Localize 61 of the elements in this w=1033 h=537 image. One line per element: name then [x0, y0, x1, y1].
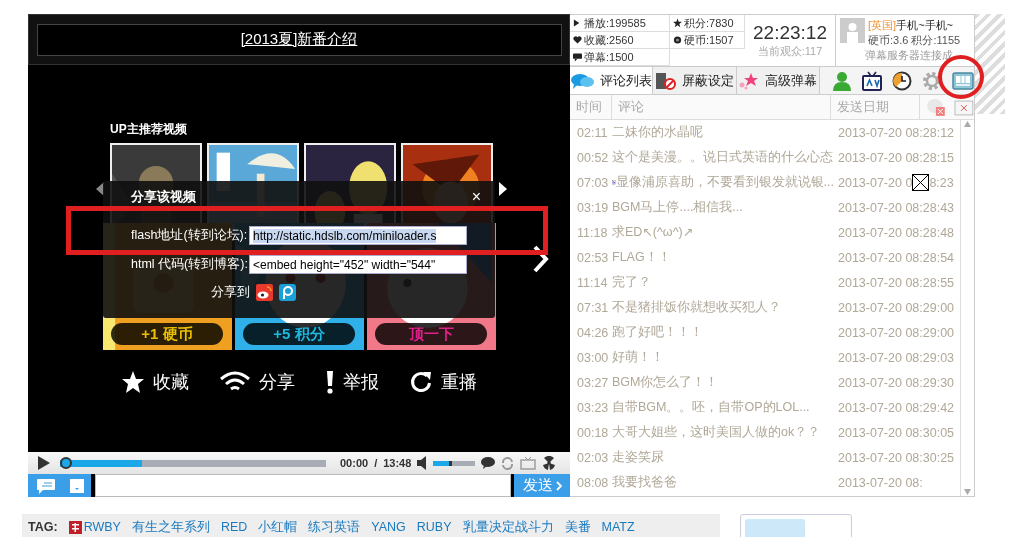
- time-cell-text: 07:31: [576, 300, 610, 315]
- comment-text: 完了？: [612, 274, 652, 291]
- time-cell-text: 02:03: [576, 450, 610, 465]
- time-cell-text: 04:26: [576, 325, 610, 340]
- time-cell-text: 03:00: [576, 350, 610, 365]
- recommend-heading: UP主推荐视频: [110, 121, 188, 137]
- comment-text: FLAG！！: [612, 249, 672, 266]
- comment-text: 这个是美漫。。说日式英语的什么心态: [612, 149, 834, 166]
- date-cell-text: 2013-07-20 08:29:03: [837, 350, 955, 365]
- date-cell-text: 2013-07-20 08:: [837, 475, 923, 490]
- time-cell-text: 03:27: [576, 375, 610, 390]
- comment-text: 二妹你的水晶呢: [612, 124, 704, 141]
- date-cell-text: 2013-07-20 08:29:30: [837, 375, 955, 390]
- duration: 13:48: [383, 457, 412, 469]
- date-cell-text: 2013-07-20 08:28:15: [837, 150, 955, 165]
- date-cell-text: 2013-07-20 08:28:43: [837, 200, 955, 215]
- time-cell-text: 08:08: [576, 475, 610, 490]
- stat-text: 收藏:2560: [584, 32, 634, 48]
- stat-text: 弹幕:1500: [584, 49, 634, 65]
- comment-text: 我要找爸爸: [612, 474, 678, 491]
- stat-text: 积分:7830: [684, 15, 734, 31]
- stat-text: 硬币:1507: [684, 32, 734, 48]
- stat-text: 播放:199585: [584, 15, 646, 31]
- time-separator: /: [374, 457, 378, 469]
- elapsed-time: 00:00: [340, 457, 369, 469]
- date-cell-text: 2013-07-20 0 8:23: [837, 174, 954, 191]
- time-cell-text: 11:18: [576, 225, 609, 240]
- date-cell-text: 2013-07-20 08:28:55: [837, 275, 955, 290]
- time-cell-text: 03:19: [576, 200, 610, 215]
- date-cell-text: 2013-07-20 08:30:25: [837, 450, 955, 465]
- date-cell-text: 2013-07-20 08:28:12: [837, 125, 955, 140]
- user-points: 硬币:3.6 积分:1155: [868, 33, 961, 48]
- comment-text: 好萌！！: [612, 349, 665, 366]
- comment-text: BGM你怎么了！！: [612, 374, 720, 391]
- date-cell-text: 2013-07-20 08:29:42: [837, 400, 955, 415]
- date-cell-text: 2013-07-20 08:30:05: [837, 425, 955, 440]
- comment-text: 跑了好吧！！！: [612, 324, 704, 341]
- comment-text: 求ED↖(^ω^)↗: [612, 224, 695, 241]
- comment-text: 不是猪排饭你就想收买犯人？: [612, 299, 782, 316]
- comment-text: 走姿笑尿: [612, 449, 665, 466]
- share-label: 分享到: [211, 284, 250, 301]
- time-cell-text: 07:03: [576, 175, 610, 190]
- tag-label: TAG:: [28, 520, 58, 534]
- time-cell-text: 11:14: [576, 275, 609, 290]
- viewer-count: 当前观众:117: [757, 44, 823, 59]
- time-cell-text: 03:23: [576, 400, 610, 415]
- time-cell-text: 00:18: [576, 425, 610, 440]
- dialog-title: 分享该视频: [131, 188, 196, 206]
- comment-text: 大哥大姐些，这时美国人做的ok？？: [612, 424, 822, 441]
- comment-text: 显像浦原喜助，不要看到银发就说银...: [612, 174, 834, 191]
- comment-text: BGM马上停....相信我...: [612, 199, 744, 216]
- date-cell-text: 2013-07-20 08:28:48: [837, 225, 955, 240]
- clock: 22:23:12: [753, 22, 827, 44]
- date-cell-text: 2013-07-20 08:29:00: [837, 300, 955, 315]
- comment-text: 自带BGM。。呸，自带OP的LOL...: [612, 399, 811, 416]
- time-cell-text: 02:11: [576, 125, 609, 140]
- time-cell-text: 02:53: [576, 250, 610, 265]
- date-cell-text: 2013-07-20 08:28:54: [837, 250, 955, 265]
- user-name: [英国]手机~手机~: [868, 18, 954, 33]
- time-cell-text: 00:52: [576, 150, 610, 165]
- date-cell-text: 2013-07-20 08:29:00: [837, 325, 955, 340]
